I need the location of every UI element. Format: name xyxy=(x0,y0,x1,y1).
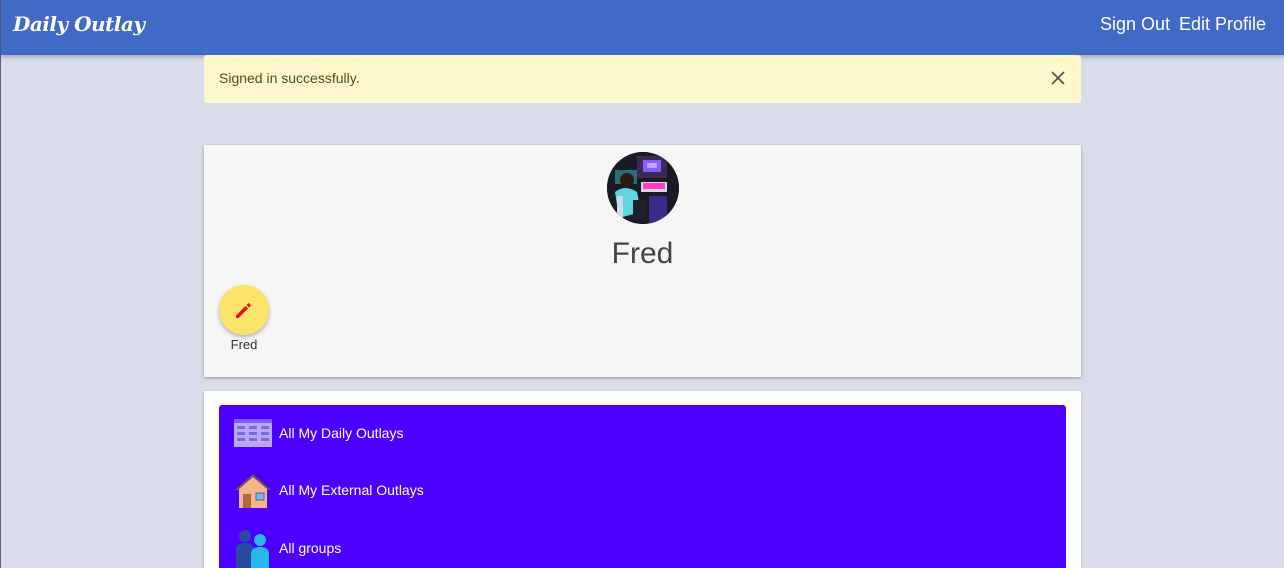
profile-card: Fred Fred xyxy=(204,145,1081,377)
people-icon xyxy=(233,528,273,568)
menu-item-all-groups[interactable]: All groups xyxy=(233,526,833,568)
avatar xyxy=(607,152,679,224)
menu-item-external-outlays[interactable]: All My External Outlays xyxy=(233,468,833,512)
menu-item-label: All groups xyxy=(279,540,342,556)
menu-panel: All My Daily Outlays All My External Out… xyxy=(219,405,1066,568)
brand-logo[interactable]: Daily Outlay xyxy=(13,12,145,36)
spreadsheet-icon xyxy=(233,413,273,453)
menu-item-label: All My External Outlays xyxy=(279,482,424,498)
menu-item-daily-outlays[interactable]: All My Daily Outlays xyxy=(233,411,833,455)
sign-out-link[interactable]: Sign Out xyxy=(1100,14,1170,35)
edit-button[interactable] xyxy=(219,285,269,335)
pencil-icon xyxy=(236,303,251,318)
profile-name: Fred xyxy=(611,237,674,270)
edit-profile-link[interactable]: Edit Profile xyxy=(1179,14,1266,35)
menu-card: All My Daily Outlays All My External Out… xyxy=(204,391,1081,568)
flash-alert: Signed in successfully. xyxy=(204,55,1081,103)
top-navbar: Daily Outlay Sign Out Edit Profile xyxy=(1,0,1284,55)
house-icon xyxy=(233,470,273,510)
alert-message: Signed in successfully. xyxy=(219,70,360,86)
menu-item-label: All My Daily Outlays xyxy=(279,425,404,441)
edit-caption: Fred xyxy=(230,337,258,352)
close-icon[interactable] xyxy=(1049,69,1067,87)
